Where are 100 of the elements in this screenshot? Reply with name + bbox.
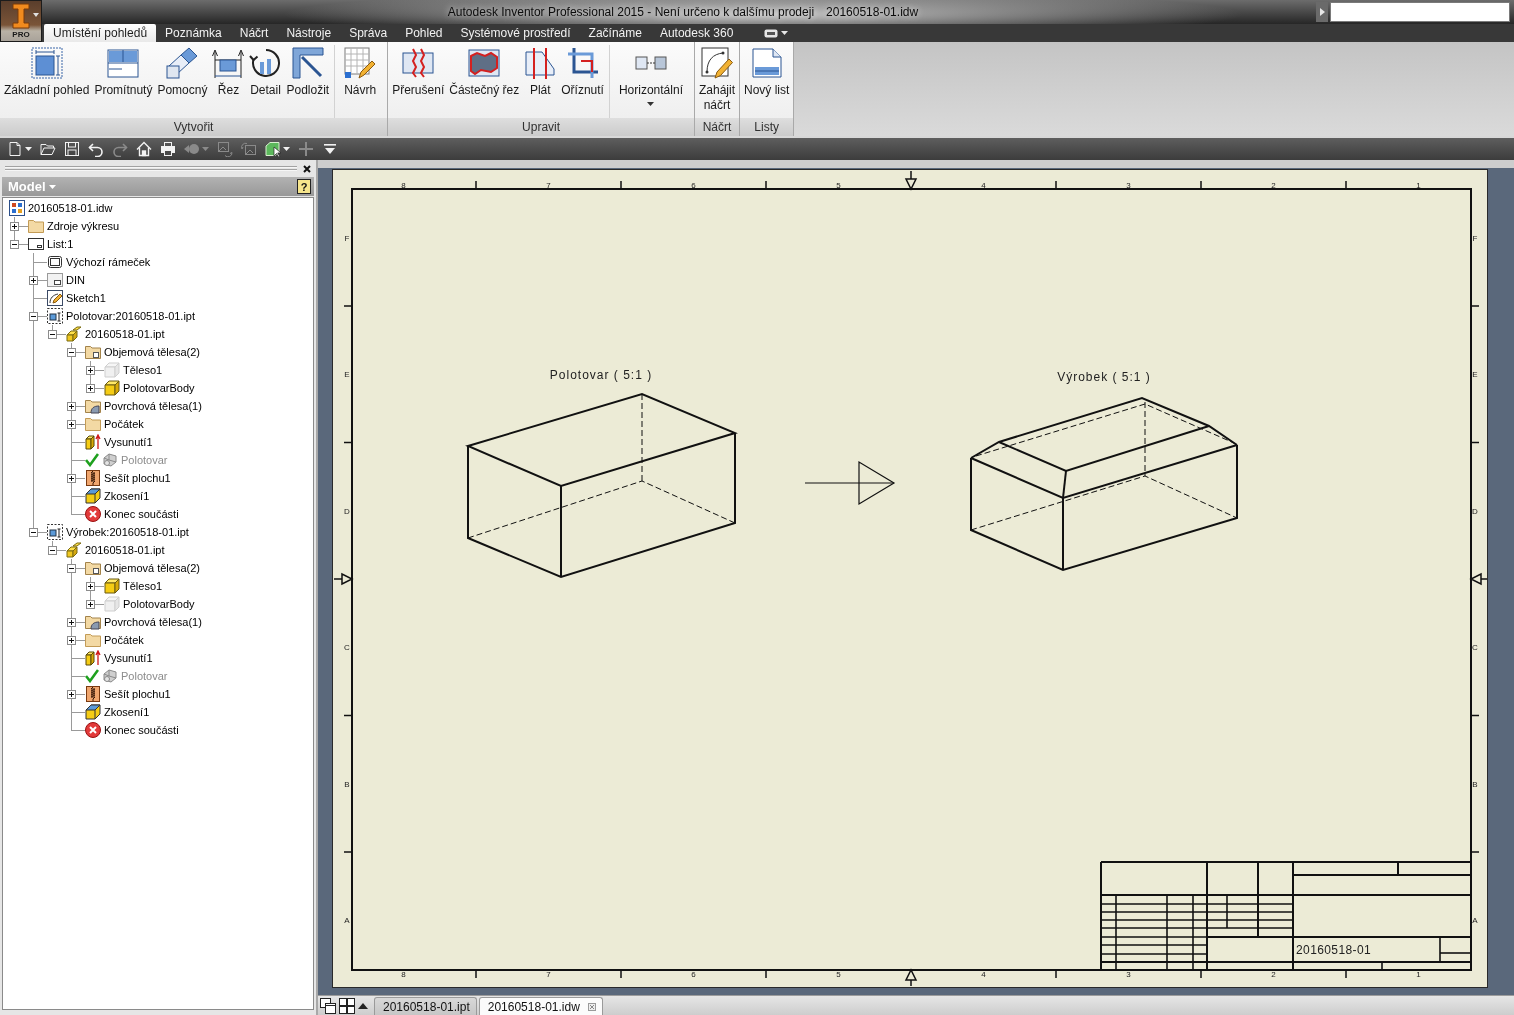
ribbon-tab[interactable]: Náčrt: [230, 24, 278, 42]
ribbon-button[interactable]: Plát: [522, 45, 559, 118]
tree-item[interactable]: Výrobek:20160518-01.ipt: [47, 523, 189, 541]
tree-item[interactable]: Zkosení1: [85, 703, 150, 721]
page-icon[interactable]: [7, 141, 23, 157]
tree-item[interactable]: Zdroje výkresu: [28, 217, 120, 235]
tree-item[interactable]: 20160518-01.idw: [9, 199, 113, 217]
folder-icon: [28, 218, 44, 234]
surfaces-folder-icon: [85, 614, 101, 630]
tree-item[interactable]: 20160518-01.ipt: [66, 325, 165, 343]
ribbon-tab[interactable]: Správa: [340, 24, 397, 42]
caret-icon[interactable]: [283, 147, 290, 151]
triangle-up-icon[interactable]: [358, 1002, 368, 1009]
ribbon-button[interactable]: Horizontální: [616, 45, 685, 118]
expand-icon[interactable]: [67, 617, 76, 627]
expand-icon[interactable]: [86, 599, 95, 609]
application-button[interactable]: PRO: [0, 0, 42, 42]
expand-icon[interactable]: [86, 365, 95, 375]
ribbon-tab[interactable]: Nástroje: [277, 24, 341, 42]
tree-item[interactable]: 20160518-01.ipt: [66, 541, 165, 559]
collapse-icon[interactable]: [10, 239, 19, 249]
expand-icon[interactable]: [86, 581, 95, 591]
folder-icon: [85, 632, 101, 648]
ribbon-tab[interactable]: Umístění pohledů: [44, 24, 157, 42]
tree-item[interactable]: Polotovar:20160518-01.ipt: [47, 307, 196, 325]
tree-item[interactable]: Sešít plochu1: [85, 469, 171, 487]
ribbon-button[interactable]: Detail: [247, 45, 284, 118]
tree-item[interactable]: Sešít plochu1: [85, 685, 171, 703]
tree-item[interactable]: PolotovarBody: [104, 379, 195, 397]
panel-grip[interactable]: [5, 166, 297, 171]
house-icon[interactable]: [136, 141, 152, 157]
cascade-windows-icon[interactable]: [320, 997, 336, 1014]
collapse-icon[interactable]: [48, 329, 57, 339]
tree-item[interactable]: Vysunutí1: [85, 433, 153, 451]
expand-icon[interactable]: [67, 689, 76, 699]
collapse-icon[interactable]: [29, 311, 38, 321]
search-field[interactable]: [1330, 2, 1510, 22]
ribbon-tab[interactable]: Pohled: [396, 24, 452, 42]
extrusion-icon: [85, 434, 101, 450]
expand-icon[interactable]: [67, 473, 76, 483]
ribbon-button[interactable]: Částečný řez: [447, 45, 522, 118]
expand-icon[interactable]: [86, 383, 95, 393]
undo-icon[interactable]: [88, 141, 104, 157]
part-icon: [66, 542, 82, 558]
tree-item[interactable]: List:1: [28, 235, 74, 253]
ribbon-button[interactable]: Řez: [210, 45, 247, 118]
document-tab[interactable]: 20160518-01.idw: [478, 997, 603, 1015]
printer-icon[interactable]: [160, 141, 176, 157]
tree-item[interactable]: Počátek: [85, 415, 144, 433]
arrow-right-icon[interactable]: [1316, 2, 1328, 22]
tree-item[interactable]: Konec součásti: [85, 505, 179, 523]
collapse-icon[interactable]: [67, 563, 76, 573]
expand-icon[interactable]: [67, 419, 76, 429]
folder-icon[interactable]: [40, 141, 56, 157]
tree-item[interactable]: DIN: [47, 271, 85, 289]
ribbon-button[interactable]: Promítnutý: [92, 45, 155, 118]
help-button[interactable]: ?: [297, 179, 311, 194]
zone-label: 8: [401, 970, 406, 979]
tree-item[interactable]: Objemová tělesa(2): [85, 559, 200, 577]
ribbon-tab[interactable]: Autodesk 360: [650, 24, 743, 42]
expand-icon[interactable]: [67, 401, 76, 411]
ribbon-tab[interactable]: Systémové prostředí: [451, 24, 580, 42]
view-icon: [47, 308, 63, 324]
ribbon-tab[interactable]: Poznámka: [156, 24, 231, 42]
ribbon-button[interactable]: Zahájit náčrt: [696, 45, 737, 118]
caret-icon[interactable]: [33, 13, 39, 17]
tree-item[interactable]: Objemová tělesa(2): [85, 343, 200, 361]
collapse-icon[interactable]: [67, 347, 76, 357]
tree-item[interactable]: Vysunutí1: [85, 649, 153, 667]
cube-cursor-icon[interactable]: [265, 141, 281, 157]
tree-item[interactable]: Těleso1: [104, 361, 163, 379]
ribbon-button[interactable]: Podložit: [284, 45, 332, 118]
tree-item[interactable]: Povrchová tělesa(1): [85, 613, 202, 631]
ribbon-button[interactable]: Přerušení: [390, 45, 447, 118]
expand-icon[interactable]: [10, 221, 19, 231]
tree-item[interactable]: Počátek: [85, 631, 144, 649]
tile-windows-icon[interactable]: [339, 997, 355, 1014]
ribbon-button[interactable]: Oříznutí: [559, 45, 606, 118]
ribbon-tab[interactable]: Začínáme: [579, 24, 651, 42]
ribbon-button[interactable]: Nový list: [742, 45, 792, 118]
zone-label: 7: [546, 181, 551, 190]
centering-mark-icon: [904, 968, 918, 987]
collapse-icon[interactable]: [48, 545, 57, 555]
expand-icon[interactable]: [29, 275, 38, 285]
drawing-document-icon: [9, 200, 25, 216]
collapse-icon[interactable]: [29, 527, 38, 537]
tree-item[interactable]: Sketch1: [47, 289, 106, 307]
tree-item[interactable]: PolotovarBody: [104, 595, 195, 613]
close-icon[interactable]: [303, 164, 311, 173]
document-tab[interactable]: 20160518-01.ipt: [374, 997, 477, 1015]
tree-item[interactable]: Povrchová tělesa(1): [85, 397, 202, 415]
ribbon-button[interactable]: Základní pohled: [2, 45, 92, 118]
tree-item[interactable]: Zkosení1: [85, 487, 150, 505]
tree-item[interactable]: Výchozí rámeček: [47, 253, 151, 271]
expand-icon[interactable]: [67, 635, 76, 645]
ribbon-button[interactable]: Pomocný: [155, 45, 210, 118]
caret-icon[interactable]: [25, 147, 32, 151]
tree-item[interactable]: Konec součásti: [85, 721, 179, 739]
tree-item[interactable]: Těleso1: [104, 577, 163, 595]
ribbon-button[interactable]: Návrh: [342, 45, 379, 118]
